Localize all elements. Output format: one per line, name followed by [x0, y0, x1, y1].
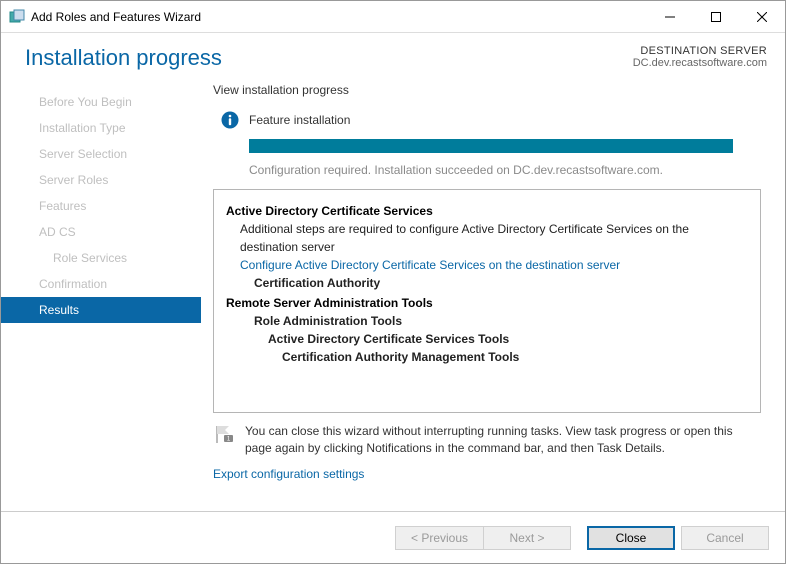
- window-title: Add Roles and Features Wizard: [31, 10, 647, 24]
- status-text: Feature installation: [249, 113, 350, 127]
- sidebar-item-results[interactable]: Results: [1, 297, 201, 323]
- configure-adcs-link[interactable]: Configure Active Directory Certificate S…: [240, 256, 748, 274]
- previous-button: < Previous: [395, 526, 483, 550]
- cancel-button: Cancel: [681, 526, 769, 550]
- status-line: Feature installation: [213, 111, 761, 129]
- next-button: Next >: [483, 526, 571, 550]
- close-button[interactable]: Close: [587, 526, 675, 550]
- destination-label: DESTINATION SERVER: [633, 45, 767, 57]
- config-required-text: Configuration required. Installation suc…: [249, 163, 761, 177]
- sidebar-item-roleservices: Role Services: [1, 245, 201, 271]
- close-window-button[interactable]: [739, 1, 785, 33]
- export-config-link[interactable]: Export configuration settings: [213, 467, 761, 481]
- app-icon: [9, 9, 25, 25]
- sidebar-item-roles: Server Roles: [1, 167, 201, 193]
- role-admin: Role Administration Tools: [254, 312, 748, 330]
- destination-info: DESTINATION SERVER DC.dev.recastsoftware…: [633, 45, 767, 71]
- window-controls: [647, 1, 785, 33]
- header: Installation progress DESTINATION SERVER…: [1, 33, 785, 75]
- sidebar-item-type: Installation Type: [1, 115, 201, 141]
- progress-bar: [249, 139, 733, 153]
- flag-icon: 1: [213, 423, 235, 445]
- sidebar-item-features: Features: [1, 193, 201, 219]
- nav-button-pair: < Previous Next >: [395, 526, 571, 550]
- sidebar-item-selection: Server Selection: [1, 141, 201, 167]
- camt: Certification Authority Management Tools: [282, 348, 748, 366]
- sidebar-item-confirmation: Confirmation: [1, 271, 201, 297]
- adcs-title: Active Directory Certificate Services: [226, 202, 748, 220]
- sidebar-item-before: Before You Begin: [1, 89, 201, 115]
- cert-auth: Certification Authority: [254, 274, 748, 292]
- rsat-title: Remote Server Administration Tools: [226, 294, 748, 312]
- button-bar: < Previous Next > Close Cancel: [1, 511, 785, 563]
- content-subtitle: View installation progress: [213, 83, 761, 97]
- minimize-button[interactable]: [647, 1, 693, 33]
- note-row: 1 You can close this wizard without inte…: [213, 413, 761, 457]
- page-title: Installation progress: [25, 45, 633, 71]
- sidebar: Before You Begin Installation Type Serve…: [1, 75, 201, 500]
- content: View installation progress Feature insta…: [201, 75, 785, 500]
- note-text: You can close this wizard without interr…: [245, 423, 761, 457]
- destination-server: DC.dev.recastsoftware.com: [633, 57, 767, 69]
- details-box: Active Directory Certificate Services Ad…: [213, 189, 761, 413]
- main: Before You Begin Installation Type Serve…: [1, 75, 785, 500]
- adcs-tools: Active Directory Certificate Services To…: [268, 330, 748, 348]
- maximize-button[interactable]: [693, 1, 739, 33]
- titlebar: Add Roles and Features Wizard: [1, 1, 785, 33]
- sidebar-item-adcs: AD CS: [1, 219, 201, 245]
- info-icon: [221, 111, 239, 129]
- adcs-desc: Additional steps are required to configu…: [240, 220, 748, 256]
